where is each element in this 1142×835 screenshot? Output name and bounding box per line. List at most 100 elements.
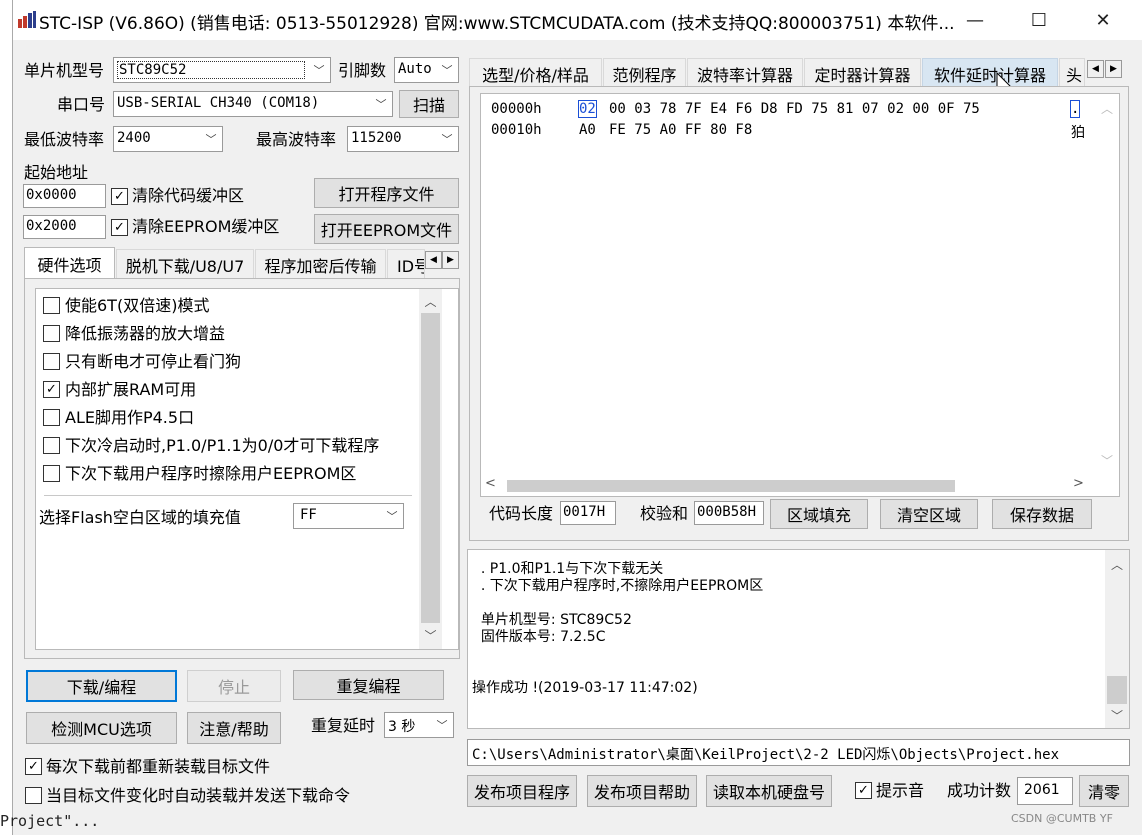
auto-load-checkbox[interactable] xyxy=(25,787,42,804)
min-baud-value: 2400 xyxy=(117,130,151,146)
background-text: Project"... xyxy=(0,812,100,830)
hex-byte[interactable]: 02 xyxy=(578,100,597,118)
scroll-left-icon[interactable]: < xyxy=(485,476,496,491)
pins-label: 引脚数 xyxy=(338,61,387,80)
scroll-up-icon[interactable]: ︿ xyxy=(419,291,442,311)
log-line: 固件版本号: 7.2.5C xyxy=(472,629,606,645)
repeat-delay-value: 3 秒 xyxy=(388,719,416,735)
flash-fill-label: 选择Flash空白区域的填充值 xyxy=(39,508,241,527)
save-data-button[interactable]: 保存数据 xyxy=(992,499,1092,529)
repeat-delay-label: 重复延时 xyxy=(311,716,376,735)
window-title: STC-ISP (V6.86O) (销售电话: 0513-55012928) 官… xyxy=(39,14,955,34)
watermark: CSDN @CUMTB YF xyxy=(1011,812,1113,825)
chevron-down-icon: ﹀ xyxy=(375,98,387,111)
port-select[interactable]: USB-SERIAL CH340 (COM18) ﹀ xyxy=(113,91,393,117)
log-output[interactable]: . P1.0和P1.1与下次下载无关 . 下次下载用户程序时,不擦除用户EEPR… xyxy=(467,549,1130,729)
tab-id[interactable]: ID号 xyxy=(387,249,425,279)
reprogram-button[interactable]: 重复编程 xyxy=(293,670,444,700)
open-program-file-button[interactable]: 打开程序文件 xyxy=(314,178,459,208)
close-button[interactable]: ✕ xyxy=(1071,0,1135,40)
right-tab-scroll-right-icon[interactable]: ▶ xyxy=(1105,60,1122,78)
read-disk-id-button[interactable]: 读取本机硬盘号 xyxy=(706,775,832,807)
tab-header[interactable]: 头 xyxy=(1059,58,1085,88)
max-baud-select[interactable]: 115200 ﹀ xyxy=(347,126,459,152)
mcu-type-label: 单片机型号 xyxy=(24,61,105,80)
min-baud-select[interactable]: 2400 ﹀ xyxy=(113,126,223,152)
publish-help-button[interactable]: 发布项目帮助 xyxy=(587,775,697,807)
title-bar[interactable]: STC-ISP (V6.86O) (销售电话: 0513-55012928) 官… xyxy=(13,0,1142,40)
fill-region-button[interactable]: 区域填充 xyxy=(770,499,868,529)
right-tab-scroll-left-icon[interactable]: ◀ xyxy=(1087,60,1104,78)
chevron-down-icon: ﹀ xyxy=(386,510,398,523)
scroll-up-icon[interactable]: ︿ xyxy=(1105,554,1129,574)
tab-baud-calculator[interactable]: 波特率计算器 xyxy=(687,58,803,88)
beep-checkbox[interactable]: ✓ xyxy=(855,782,872,799)
mcu-type-value: STC89C52 xyxy=(117,61,305,79)
tab-selection-price[interactable]: 选型/价格/样品 xyxy=(469,58,602,88)
scroll-down-icon[interactable]: ﹀ xyxy=(1095,450,1119,470)
hex-address: 00000h xyxy=(491,101,542,117)
code-buffer-panel: 00000h 02 00 03 78 7F E4 F6 D8 FD 75 81 07… xyxy=(469,86,1129,541)
log-scrollbar[interactable]: ︿ ﹀ xyxy=(1105,550,1129,728)
publish-program-button[interactable]: 发布项目程序 xyxy=(467,775,577,807)
pins-value: Auto xyxy=(398,61,432,77)
option-label: 内部扩展RAM可用 xyxy=(65,380,197,399)
scroll-down-icon[interactable]: ﹀ xyxy=(419,625,442,645)
code-length-label: 代码长度 xyxy=(489,504,554,523)
maximize-button[interactable]: ☐ xyxy=(1007,0,1071,40)
help-button[interactable]: 注意/帮助 xyxy=(187,712,281,744)
clear-region-button[interactable]: 清空区域 xyxy=(880,499,978,529)
tab-scroll-left-icon[interactable]: ◀ xyxy=(425,251,442,269)
tab-delay-calculator[interactable]: 软件延时计算器 xyxy=(922,58,1058,88)
code-length-field: 0017H xyxy=(560,501,616,525)
scroll-down-icon[interactable]: ﹀ xyxy=(1105,705,1129,725)
min-baud-label: 最低波特率 xyxy=(24,130,105,149)
scroll-right-icon[interactable]: > xyxy=(1073,476,1084,491)
file-path-field[interactable]: C:\Users\Administrator\桌面\KeilProject\2-… xyxy=(467,739,1130,766)
repeat-delay-select[interactable]: 3 秒 ﹀ xyxy=(384,712,454,738)
log-line: . 下次下载用户程序时,不擦除用户EEPROM区 xyxy=(472,578,764,594)
detect-mcu-button[interactable]: 检测MCU选项 xyxy=(26,712,177,744)
eeprom-address-input[interactable]: 0x2000 xyxy=(23,215,106,239)
scan-button[interactable]: 扫描 xyxy=(399,90,459,118)
reload-checkbox[interactable]: ✓ xyxy=(25,758,42,775)
h-scroll-thumb[interactable] xyxy=(507,480,955,492)
hex-horizontal-scrollbar[interactable]: < > xyxy=(481,476,1119,496)
success-count-value: 2061 xyxy=(1024,782,1060,798)
chevron-down-icon: ﹀ xyxy=(441,133,453,146)
log-scroll-thumb[interactable] xyxy=(1107,676,1127,704)
hex-view[interactable]: 00000h 02 00 03 78 7F E4 F6 D8 FD 75 81 07… xyxy=(480,93,1120,497)
tab-hardware-options[interactable]: 硬件选项 xyxy=(24,247,115,279)
tab-scroll-right-icon[interactable]: ▶ xyxy=(442,251,459,269)
option-checkbox[interactable] xyxy=(43,437,60,454)
pins-select[interactable]: Auto ﹀ xyxy=(394,57,459,83)
scroll-up-icon[interactable]: ︿ xyxy=(1095,98,1119,118)
option-checkbox[interactable] xyxy=(43,353,60,370)
tab-offline-download[interactable]: 脱机下载/U8/U7 xyxy=(116,249,254,279)
download-program-button[interactable]: 下载/编程 xyxy=(26,670,177,702)
right-tab-strip: 选型/价格/样品 范例程序 波特率计算器 定时器计算器 软件延时计算器 头 ◀ … xyxy=(469,58,1129,97)
option-checkbox[interactable] xyxy=(43,465,60,482)
scroll-thumb[interactable] xyxy=(421,313,440,623)
options-list: 使能6T(双倍速)模式 降低振荡器的放大增益 只有断电才可停止看门狗 ✓ 内部扩展RAM… xyxy=(35,288,459,650)
hex-vertical-scrollbar[interactable]: ︿ ﹀ xyxy=(1095,94,1119,474)
minimize-button[interactable]: — xyxy=(943,0,1007,40)
tab-encrypted-transfer[interactable]: 程序加密后传输 xyxy=(255,249,386,279)
stop-button[interactable]: 停止 xyxy=(187,670,281,702)
hex-address: 00010h xyxy=(491,122,542,138)
tab-example-programs[interactable]: 范例程序 xyxy=(603,58,686,88)
option-checkbox[interactable] xyxy=(43,325,60,342)
clear-eeprom-checkbox[interactable]: ✓ xyxy=(111,219,128,236)
option-checkbox[interactable]: ✓ xyxy=(43,381,60,398)
options-scrollbar[interactable]: ︿ ﹀ xyxy=(419,289,442,649)
code-address-input[interactable]: 0x0000 xyxy=(23,184,106,208)
open-eeprom-file-button[interactable]: 打开EEPROM文件 xyxy=(314,214,459,244)
mcu-type-select[interactable]: STC89C52 ﹀ xyxy=(113,57,331,83)
flash-fill-select[interactable]: FF ﹀ xyxy=(293,503,404,529)
option-checkbox[interactable] xyxy=(43,409,60,426)
reset-count-button[interactable]: 清零 xyxy=(1079,775,1129,807)
tab-timer-calculator[interactable]: 定时器计算器 xyxy=(804,58,921,88)
option-checkbox[interactable] xyxy=(43,297,60,314)
hex-byte[interactable]: A0 xyxy=(579,122,596,138)
clear-code-checkbox[interactable]: ✓ xyxy=(111,188,128,205)
